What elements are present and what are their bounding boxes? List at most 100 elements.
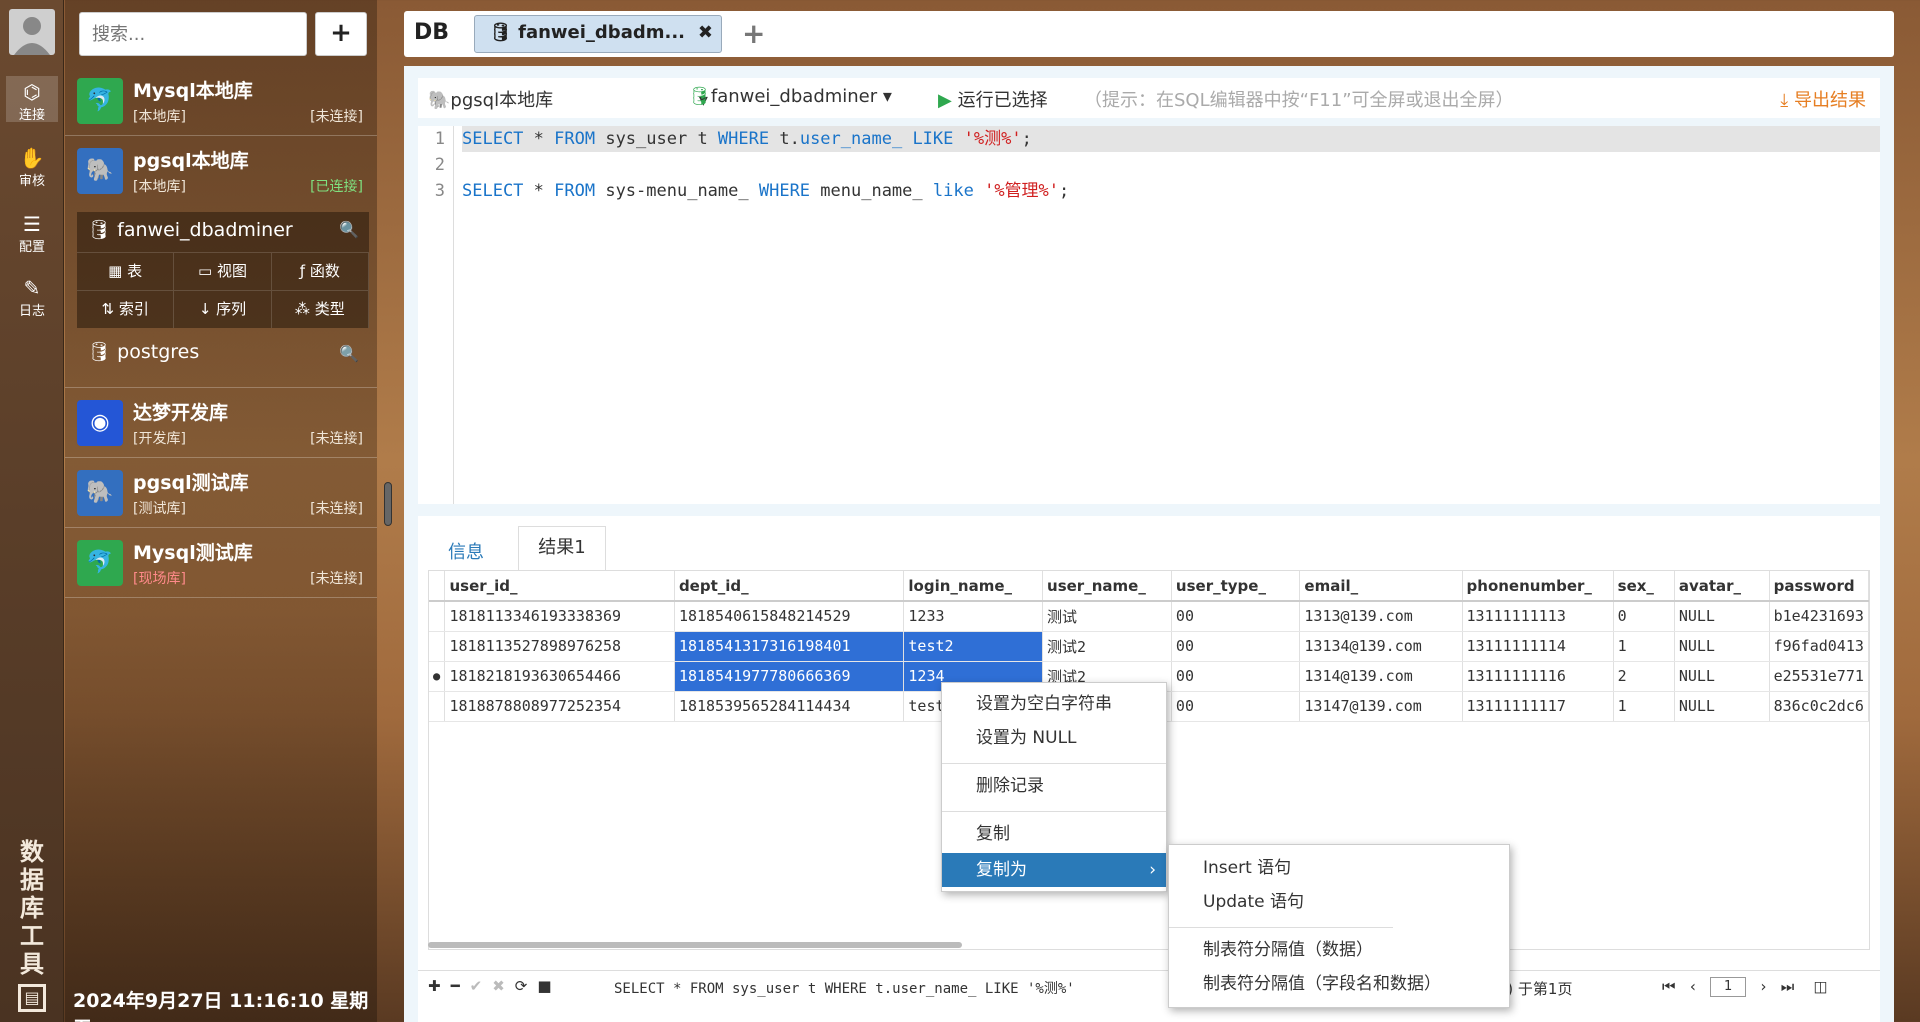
column-header[interactable]: sex_ [1613, 571, 1675, 602]
search-input[interactable] [79, 12, 307, 56]
confirm-icon[interactable]: ✔ [470, 977, 493, 995]
menu-insert-statement[interactable]: Insert 语句 [1169, 851, 1509, 885]
run-selected-button[interactable]: ▶ 运行已选择 [938, 86, 1048, 112]
remove-row-icon[interactable]: ━ [451, 977, 470, 995]
export-results-button[interactable]: ⤓ 导出结果 [1780, 86, 1866, 112]
add-connection-button[interactable]: + [315, 12, 367, 56]
zoom-icon[interactable]: 🔍 [339, 220, 359, 239]
page-input[interactable]: 1 [1710, 977, 1747, 997]
table-cell[interactable]: 1313@139.com [1299, 601, 1463, 632]
rail-connect[interactable]: ⌬ 连接 [6, 76, 58, 123]
table-cell[interactable]: 13111111117 [1462, 691, 1614, 722]
menu-set-empty-string[interactable]: 设置为空白字符串 [942, 687, 1166, 721]
table-cell[interactable]: NULL [1674, 661, 1770, 692]
code-area[interactable]: SELECT * FROM sys_user t WHERE t.user_na… [462, 126, 1880, 204]
table-cell[interactable]: 13111111113 [1462, 601, 1614, 632]
table-cell[interactable]: b1e4231693 [1769, 601, 1869, 632]
table-cell[interactable]: 00 [1171, 691, 1301, 722]
table-cell[interactable]: 1818541317316198401 [674, 631, 905, 662]
table-cell[interactable]: 13147@139.com [1299, 691, 1463, 722]
table-cell[interactable]: 1818541977780666369 [674, 661, 905, 692]
table-row[interactable]: 1818113346193338369 1818540615848214529 12… [429, 601, 1869, 632]
sql-editor[interactable]: 1 2 3 SELECT * FROM sys_user t WHERE t.u… [418, 126, 1880, 504]
table-row[interactable]: 1818113527898976258 1818541317316198401 te… [429, 631, 1869, 662]
table-cell[interactable]: 1818539565284114434 [674, 691, 905, 722]
menu-delete-record[interactable]: 删除记录 [942, 769, 1166, 803]
table-cell[interactable]: f96fad0413 [1769, 631, 1869, 662]
add-row-icon[interactable]: ✚ [428, 977, 451, 995]
column-header[interactable]: user_id_ [444, 571, 675, 602]
connection-item[interactable]: 🐬 Mysql本地库 [本地库] [未连接] [65, 66, 377, 136]
database-item[interactable]: 🛢 fanwei_dbadminer 🔍 [77, 212, 369, 252]
menu-tsv-header-data[interactable]: 制表符分隔值（字段名和数据） [1169, 967, 1509, 1001]
new-tab-button[interactable]: + [742, 17, 765, 50]
table-cell[interactable]: 1 [1613, 691, 1675, 722]
action-sequences[interactable]: ↓ 序列 [174, 290, 272, 328]
column-header[interactable]: login_name_ [903, 571, 1044, 602]
cancel-icon[interactable]: ✖ [492, 977, 515, 995]
action-indexes[interactable]: ⇅ 索引 [77, 290, 175, 328]
table-cell[interactable]: e25531e771 [1769, 661, 1869, 692]
menu-copy[interactable]: 复制 [942, 817, 1166, 851]
stop-icon[interactable]: ■ [537, 977, 561, 995]
column-header[interactable]: phonenumber_ [1462, 571, 1614, 602]
table-cell[interactable]: 测试2 [1042, 631, 1172, 662]
table-cell[interactable]: NULL [1674, 601, 1770, 632]
action-tables[interactable]: ▦ 表 [77, 252, 175, 290]
table-cell[interactable]: 13111111114 [1462, 631, 1614, 662]
table-cell[interactable]: 00 [1171, 601, 1301, 632]
connection-select[interactable]: 🐘pgsql本地库 ▾ [428, 86, 708, 112]
horizontal-scrollbar[interactable] [428, 942, 962, 948]
menu-set-null[interactable]: 设置为 NULL [942, 721, 1166, 755]
table-cell[interactable]: NULL [1674, 691, 1770, 722]
menu-tsv-data[interactable]: 制表符分隔值（数据） [1169, 933, 1509, 967]
rail-audit[interactable]: ✋ 审核 [6, 142, 58, 189]
table-cell[interactable]: 1818113527898976258 [444, 631, 675, 662]
connection-item[interactable]: ◉ 达梦开发库 [开发库] [未连接] [65, 388, 377, 458]
table-cell[interactable]: 1818878808977252354 [444, 691, 675, 722]
menu-update-statement[interactable]: Update 语句 [1169, 885, 1509, 919]
table-cell[interactable]: test2 [903, 631, 1044, 662]
tab-info[interactable]: 信息 [448, 538, 484, 564]
table-cell[interactable]: 2 [1613, 661, 1675, 692]
tab-result1[interactable]: 结果1 [518, 526, 606, 570]
table-cell[interactable]: 1314@139.com [1299, 661, 1463, 692]
menu-copy-as[interactable]: 复制为 › [942, 853, 1166, 887]
zoom-icon[interactable]: 🔍 [339, 344, 359, 363]
table-cell[interactable]: 1818540615848214529 [674, 601, 905, 632]
column-header[interactable]: password [1769, 571, 1869, 602]
database-select[interactable]: 🛢fanwei_dbadminer ▾ [688, 86, 892, 107]
tab-fanwei-dbadminer[interactable]: 🛢 fanwei_dbadm... ✖ [474, 15, 722, 53]
action-types[interactable]: ⁂ 类型 [271, 290, 369, 328]
action-views[interactable]: ▭ 视图 [174, 252, 272, 290]
prev-page-icon[interactable]: ‹ [1690, 978, 1696, 996]
table-cell[interactable]: NULL [1674, 631, 1770, 662]
table-cell[interactable]: 1818218193630654466 [444, 661, 675, 692]
connection-item[interactable]: 🐘 pgsql测试库 [测试库] [未连接] [65, 458, 377, 528]
first-page-icon[interactable]: ⏮ [1662, 978, 1676, 996]
database-item[interactable]: 🛢 postgres 🔍 [77, 336, 369, 372]
table-cell[interactable]: 13111111116 [1462, 661, 1614, 692]
table-cell[interactable]: 1 [1613, 631, 1675, 662]
table-cell[interactable]: 00 [1171, 631, 1301, 662]
close-icon[interactable]: ✖ [698, 22, 713, 43]
refresh-icon[interactable]: ⟳ [515, 977, 538, 995]
table-cell[interactable]: 0 [1613, 601, 1675, 632]
column-header[interactable]: dept_id_ [674, 571, 905, 602]
column-header[interactable]: email_ [1299, 571, 1463, 602]
table-cell[interactable]: 00 [1171, 661, 1301, 692]
next-page-icon[interactable]: › [1760, 978, 1766, 996]
column-header[interactable]: avatar_ [1674, 571, 1770, 602]
last-page-icon[interactable]: ⏭ [1781, 978, 1795, 996]
table-cell[interactable]: 1233 [903, 601, 1044, 632]
sidebar-resize-handle[interactable] [384, 482, 392, 526]
table-cell[interactable]: 测试 [1042, 601, 1172, 632]
rail-log[interactable]: ✎ 日志 [6, 272, 58, 319]
column-header[interactable]: user_type_ [1171, 571, 1301, 602]
table-cell[interactable]: 1818113346193338369 [444, 601, 675, 632]
column-header[interactable]: user_name_ [1042, 571, 1172, 602]
columns-icon[interactable]: ◫ [1813, 978, 1827, 996]
avatar[interactable] [9, 9, 55, 55]
action-functions[interactable]: ƒ 函数 [271, 252, 369, 290]
table-cell[interactable]: 13134@139.com [1299, 631, 1463, 662]
